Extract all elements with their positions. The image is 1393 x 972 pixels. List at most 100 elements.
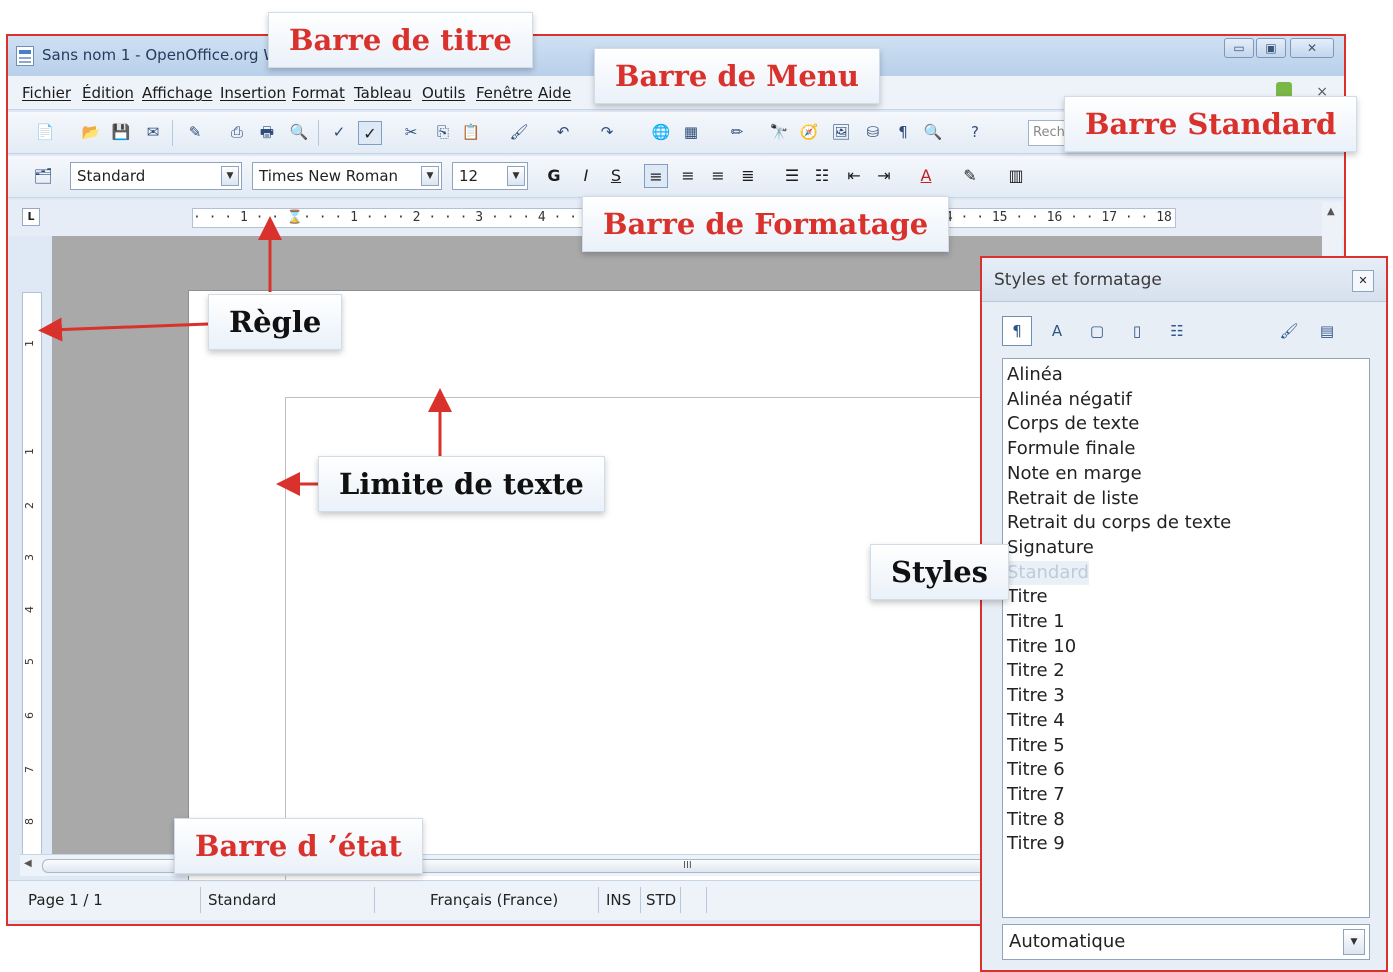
fill-format-mode-icon[interactable]: 🖌 xyxy=(1274,316,1304,346)
vertical-ruler[interactable]: 1 1 2 3 4 5 6 7 8 xyxy=(22,292,42,866)
zoom-icon[interactable]: 🔍 xyxy=(922,121,944,143)
paragraph-style-select[interactable]: Standard ▼ xyxy=(70,162,242,190)
hyperlink-icon[interactable]: 🌐 xyxy=(650,121,672,143)
autospellcheck-icon[interactable]: ✓ xyxy=(358,121,382,145)
menu-outils[interactable]: Outils xyxy=(422,84,465,102)
menu-tableau[interactable]: Tableau xyxy=(354,84,412,102)
align-center-icon[interactable]: ≡ xyxy=(676,164,700,188)
page-styles-icon[interactable]: ▯ xyxy=(1122,316,1152,346)
style-item[interactable]: Signature xyxy=(1007,536,1369,561)
find-field[interactable]: Rech xyxy=(1028,120,1068,146)
open-folder-icon[interactable]: 📂 xyxy=(80,121,102,143)
tab-stop-selector[interactable]: L xyxy=(22,208,40,226)
style-item[interactable]: Alinéa négatif xyxy=(1007,388,1369,413)
cut-icon[interactable]: ✂ xyxy=(400,121,422,143)
paste-icon[interactable]: 📋 xyxy=(460,121,482,143)
style-item[interactable]: Formule finale xyxy=(1007,437,1369,462)
align-right-icon[interactable]: ≡ xyxy=(706,164,730,188)
minimize-button[interactable]: ▭ xyxy=(1224,38,1254,58)
increase-indent-icon[interactable]: ⇥ xyxy=(872,164,896,188)
styles-formatting-icon[interactable]: 🗂 xyxy=(32,165,54,187)
style-item[interactable]: Titre 8 xyxy=(1007,808,1369,833)
clone-formatting-icon[interactable]: 🖌 xyxy=(508,121,530,143)
status-page[interactable]: Page 1 / 1 xyxy=(28,891,103,909)
help-icon[interactable]: ? xyxy=(964,121,986,143)
chevron-down-icon[interactable]: ▼ xyxy=(221,166,239,186)
menu-fenetre[interactable]: Fenêtre xyxy=(476,84,533,102)
style-item[interactable]: Retrait de liste xyxy=(1007,487,1369,512)
scroll-left-icon[interactable]: ◀ xyxy=(24,858,32,869)
style-item[interactable]: Titre 1 xyxy=(1007,610,1369,635)
style-item[interactable]: Titre 6 xyxy=(1007,758,1369,783)
style-item[interactable]: Titre 5 xyxy=(1007,734,1369,759)
formatting-marks-icon[interactable]: ¶ xyxy=(892,121,914,143)
scroll-up-icon[interactable]: ▲ xyxy=(1327,206,1335,217)
style-item-selected[interactable]: Standard xyxy=(1007,560,1089,586)
email-icon[interactable]: ✉ xyxy=(142,121,164,143)
draw-functions-icon[interactable]: ✏ xyxy=(726,121,748,143)
chevron-down-icon[interactable]: ▼ xyxy=(421,166,439,186)
new-style-from-selection-icon[interactable]: ▤ xyxy=(1312,316,1342,346)
style-item[interactable]: Titre 2 xyxy=(1007,659,1369,684)
justify-icon[interactable]: ≣ xyxy=(736,164,760,188)
edit-file-icon[interactable]: ✎ xyxy=(184,121,206,143)
menu-edition[interactable]: Édition xyxy=(82,84,134,102)
data-sources-icon[interactable]: ⛁ xyxy=(862,121,884,143)
style-item[interactable]: Titre 3 xyxy=(1007,684,1369,709)
style-item[interactable]: Titre 9 xyxy=(1007,832,1369,857)
styles-list[interactable]: Alinéa Alinéa négatif Corps de texte For… xyxy=(1002,358,1370,918)
menu-aide[interactable]: Aide xyxy=(538,84,571,102)
frame-styles-icon[interactable]: ▢ xyxy=(1082,316,1112,346)
menu-fichier[interactable]: Fichier xyxy=(22,84,71,102)
maximize-button[interactable]: ▣ xyxy=(1256,38,1286,58)
menu-format[interactable]: Format xyxy=(292,84,345,102)
style-item[interactable]: Titre xyxy=(1007,585,1369,610)
status-insert-mode[interactable]: INS xyxy=(606,891,631,909)
table-icon[interactable]: ▦ xyxy=(680,121,702,143)
underline-button[interactable]: S xyxy=(604,164,628,188)
chevron-down-icon[interactable]: ▼ xyxy=(1343,929,1365,955)
find-replace-icon[interactable]: 🔭 xyxy=(768,121,790,143)
new-document-icon[interactable]: 📄 xyxy=(34,121,56,143)
copy-icon[interactable]: ⎘ xyxy=(432,121,454,143)
style-item[interactable]: Corps de texte xyxy=(1007,412,1369,437)
font-color-icon[interactable]: A xyxy=(914,164,938,188)
italic-button[interactable]: I xyxy=(574,164,598,188)
status-selection-mode[interactable]: STD xyxy=(646,891,676,909)
save-icon[interactable]: 💾 xyxy=(110,121,132,143)
highlighting-icon[interactable]: ✎ xyxy=(958,164,982,188)
paragraph-styles-icon[interactable]: ¶ xyxy=(1002,316,1032,346)
bullet-list-icon[interactable]: ☷ xyxy=(810,164,834,188)
align-left-icon[interactable]: ≡ xyxy=(644,164,668,188)
font-size-select[interactable]: 12 ▼ xyxy=(452,162,528,190)
style-item[interactable]: Titre 4 xyxy=(1007,709,1369,734)
export-pdf-icon[interactable]: ⎙ xyxy=(226,121,248,143)
style-item[interactable]: Note en marge xyxy=(1007,462,1369,487)
list-styles-icon[interactable]: ☷ xyxy=(1162,316,1192,346)
bold-button[interactable]: G xyxy=(542,164,566,188)
character-styles-icon[interactable]: A xyxy=(1042,316,1072,346)
gallery-icon[interactable]: 🖼 xyxy=(830,121,852,143)
chevron-down-icon[interactable]: ▼ xyxy=(507,166,525,186)
styles-filter-select[interactable]: Automatique ▼ xyxy=(1002,924,1370,960)
style-item[interactable]: Titre 10 xyxy=(1007,635,1369,660)
style-item[interactable]: Retrait du corps de texte xyxy=(1007,511,1369,536)
numbered-list-icon[interactable]: ☰ xyxy=(780,164,804,188)
status-language[interactable]: Français (France) xyxy=(430,891,558,909)
menu-insertion[interactable]: Insertion xyxy=(220,84,286,102)
undo-icon[interactable]: ↶ xyxy=(552,121,574,143)
navigator-icon[interactable]: 🧭 xyxy=(798,121,820,143)
redo-icon[interactable]: ↷ xyxy=(596,121,618,143)
status-style[interactable]: Standard xyxy=(208,891,276,909)
style-item[interactable]: Titre 7 xyxy=(1007,783,1369,808)
print-preview-icon[interactable]: 🔍 xyxy=(288,121,310,143)
menu-affichage[interactable]: Affichage xyxy=(142,84,212,102)
styles-panel-close-button[interactable]: ✕ xyxy=(1352,270,1374,292)
close-button[interactable]: ✕ xyxy=(1290,38,1334,58)
decrease-indent-icon[interactable]: ⇤ xyxy=(842,164,866,188)
background-color-icon[interactable]: ▥ xyxy=(1004,164,1028,188)
style-item[interactable]: Alinéa xyxy=(1007,363,1369,388)
print-icon[interactable]: 🖶 xyxy=(256,121,278,143)
font-name-select[interactable]: Times New Roman ▼ xyxy=(252,162,442,190)
spellcheck-icon[interactable]: ✓ xyxy=(328,121,350,143)
